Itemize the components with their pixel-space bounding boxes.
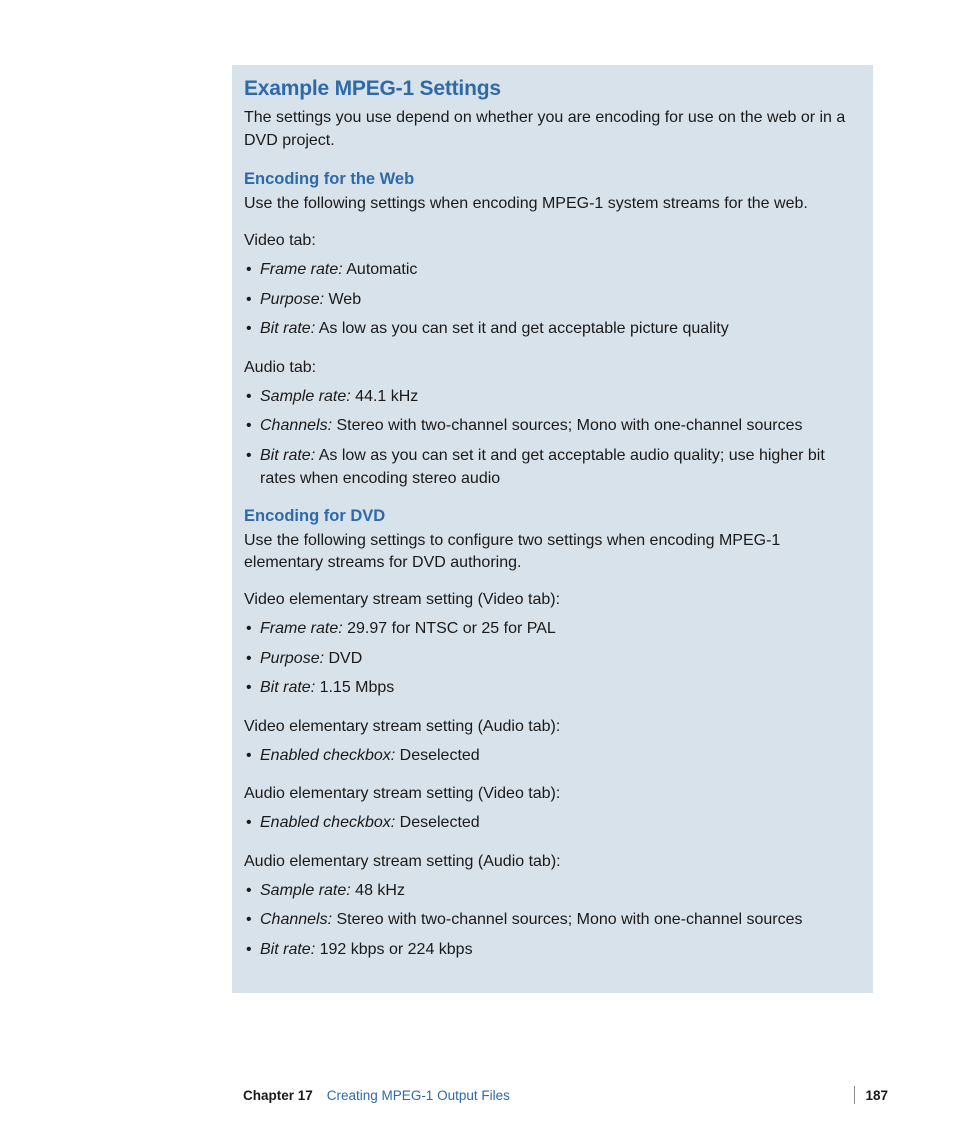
intro-paragraph: The settings you use depend on whether y… [244,107,861,152]
list-item: Sample rate: 44.1 kHz [244,386,861,409]
list-item: Channels: Stereo with two-channel source… [244,909,861,932]
item-value: As low as you can set it and get accepta… [260,447,825,487]
item-label: Channels: [260,417,332,434]
item-label: Frame rate: [260,261,343,278]
item-value: 48 kHz [351,882,405,899]
dvd-aes-audio-list: Sample rate: 48 kHz Channels: Stereo wit… [244,880,861,962]
item-label: Channels: [260,911,332,928]
item-value: 1.15 Mbps [315,679,394,696]
list-item: Sample rate: 48 kHz [244,880,861,903]
item-label: Enabled checkbox: [260,747,395,764]
dvd-aes-video-list: Enabled checkbox: Deselected [244,812,861,835]
footer-divider [854,1086,855,1104]
list-item: Bit rate: As low as you can set it and g… [244,445,861,490]
callout-box: Example MPEG-1 Settings The settings you… [232,65,873,993]
page-footer: Chapter 17 Creating MPEG-1 Output Files … [243,1086,888,1104]
page-number: 187 [865,1088,888,1103]
subsection-heading-dvd: Encoding for DVD [244,507,861,526]
list-item: Enabled checkbox: Deselected [244,812,861,835]
list-item: Enabled checkbox: Deselected [244,745,861,768]
list-item: Channels: Stereo with two-channel source… [244,415,861,438]
dvd-aes-video-label: Audio elementary stream setting (Video t… [244,783,861,806]
item-label: Bit rate: [260,447,315,464]
item-value: 29.97 for NTSC or 25 for PAL [343,620,556,637]
list-item: Frame rate: Automatic [244,259,861,282]
item-label: Bit rate: [260,941,315,958]
item-label: Enabled checkbox: [260,814,395,831]
dvd-ves-video-list: Frame rate: 29.97 for NTSC or 25 for PAL… [244,618,861,700]
item-value: Deselected [395,747,480,764]
web-lead-paragraph: Use the following settings when encoding… [244,193,861,216]
web-audio-settings-list: Sample rate: 44.1 kHz Channels: Stereo w… [244,386,861,491]
subsection-heading-web: Encoding for the Web [244,170,861,189]
item-value: Deselected [395,814,480,831]
dvd-ves-audio-list: Enabled checkbox: Deselected [244,745,861,768]
dvd-lead-paragraph: Use the following settings to configure … [244,530,861,575]
item-label: Purpose: [260,291,324,308]
web-video-tab-label: Video tab: [244,230,861,253]
item-value: Automatic [343,261,418,278]
section-title: Example MPEG-1 Settings [244,77,861,101]
item-value: Web [324,291,361,308]
item-label: Sample rate: [260,388,351,405]
item-value: DVD [324,650,362,667]
web-video-settings-list: Frame rate: Automatic Purpose: Web Bit r… [244,259,861,341]
chapter-label: Chapter 17 [243,1088,313,1103]
item-value: Stereo with two-channel sources; Mono wi… [332,417,802,434]
list-item: Bit rate: 192 kbps or 224 kbps [244,939,861,962]
web-audio-tab-label: Audio tab: [244,357,861,380]
chapter-title: Creating MPEG-1 Output Files [327,1088,510,1103]
dvd-ves-video-label: Video elementary stream setting (Video t… [244,589,861,612]
item-label: Frame rate: [260,620,343,637]
item-label: Bit rate: [260,679,315,696]
list-item: Frame rate: 29.97 for NTSC or 25 for PAL [244,618,861,641]
item-value: 192 kbps or 224 kbps [315,941,472,958]
item-label: Purpose: [260,650,324,667]
item-value: 44.1 kHz [351,388,419,405]
list-item: Purpose: DVD [244,648,861,671]
list-item: Bit rate: As low as you can set it and g… [244,318,861,341]
list-item: Purpose: Web [244,289,861,312]
item-value: Stereo with two-channel sources; Mono wi… [332,911,802,928]
dvd-ves-audio-label: Video elementary stream setting (Audio t… [244,716,861,739]
item-label: Bit rate: [260,320,315,337]
list-item: Bit rate: 1.15 Mbps [244,677,861,700]
item-label: Sample rate: [260,882,351,899]
item-value: As low as you can set it and get accepta… [315,320,729,337]
dvd-aes-audio-label: Audio elementary stream setting (Audio t… [244,851,861,874]
